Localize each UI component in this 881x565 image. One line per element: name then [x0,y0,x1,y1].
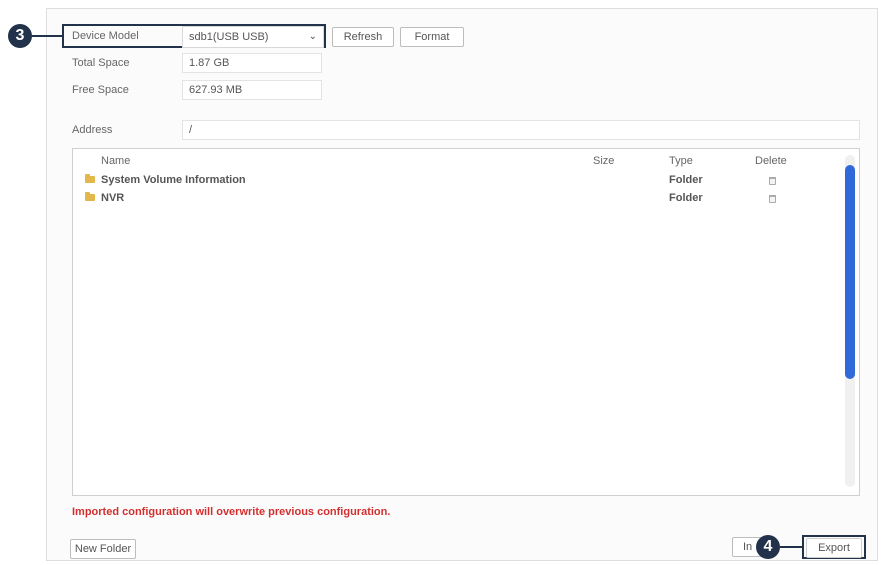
import-warning-text: Imported configuration will overwrite pr… [72,506,391,518]
device-model-label: Device Model [72,30,139,42]
file-type: Folder [669,192,703,204]
callout-4-line [780,546,804,548]
scrollbar-thumb[interactable] [845,165,855,379]
format-button[interactable]: Format [400,27,464,47]
chevron-down-icon: ⌄ [308,31,317,42]
trash-icon[interactable] [769,177,776,185]
file-type: Folder [669,174,703,186]
device-model-value: sdb1(USB USB) [189,31,269,43]
new-folder-button[interactable]: New Folder [70,539,136,559]
export-button[interactable]: Export [806,538,862,558]
callout-3-text: 3 [15,27,25,44]
file-list-table: Name Size Type Delete System Volume Info… [72,148,860,496]
file-name: NVR [101,192,125,204]
folder-icon [85,174,95,183]
address-label: Address [72,124,113,136]
total-space-label: Total Space [72,57,130,69]
callout-3-line [32,35,62,37]
file-manager-screen: 3 Device Model sdb1(USB USB) ⌄ Refresh F… [0,0,881,565]
refresh-button[interactable]: Refresh [332,27,394,47]
free-space-label: Free Space [72,84,129,96]
callout-3-badge: 3 [8,24,32,48]
folder-icon [85,192,95,201]
table-row[interactable]: System Volume Information Folder [85,171,845,189]
trash-icon[interactable] [769,195,776,203]
column-header-name: Name [101,155,131,167]
table-row[interactable]: NVR Folder [85,189,845,207]
address-input[interactable]: / [182,120,860,140]
callout-4-badge: 4 [756,535,780,559]
column-header-delete: Delete [755,155,787,167]
device-model-select[interactable]: sdb1(USB USB) ⌄ [182,26,324,48]
total-space-value: 1.87 GB [182,53,322,73]
column-header-type: Type [669,155,693,167]
column-header-size: Size [593,155,615,167]
file-name: System Volume Information [101,174,246,186]
free-space-value: 627.93 MB [182,80,322,100]
callout-4-text: 4 [763,538,773,555]
